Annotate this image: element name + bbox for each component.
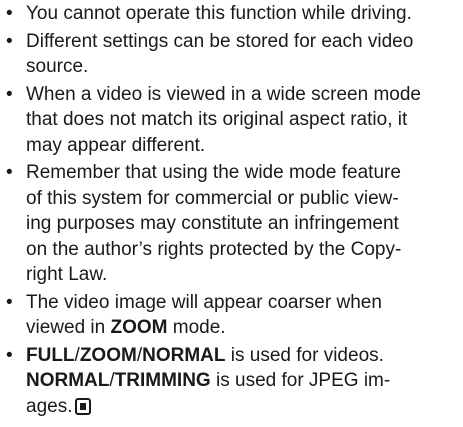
bullet: • [6, 30, 13, 52]
note-text: source. [26, 56, 89, 77]
note-text: that does not match its original aspect … [26, 109, 408, 130]
mode-zoom-label: ZOOM [79, 344, 137, 366]
note-text: The video image will appear coarser when [26, 291, 382, 313]
note-item-modes: • FULL/ZOOM/NORMAL is used for videos. N… [0, 343, 463, 420]
bullet: • [6, 3, 13, 24]
bullet: • [6, 291, 13, 313]
note-text: on the author’s rights protected by the … [26, 238, 402, 260]
note-text: right Law. [26, 264, 108, 285]
note-item-driving: • You cannot operate this function while… [0, 1, 463, 27]
mode-full-label: FULL [26, 344, 75, 366]
bullet: • [6, 83, 13, 105]
note-text: Different settings can be stored for eac… [26, 30, 414, 52]
note-text: may appear different. [26, 134, 206, 156]
note-text-line: NORMAL/TRIMMING is used for JPEG im- [26, 368, 463, 394]
mode-normal-label: NORMAL [26, 370, 110, 391]
note-text: is used for JPEG im- [210, 370, 391, 391]
note-text: Remember that using the wide mode featur… [26, 162, 401, 183]
note-text: You cannot operate this function while d… [26, 3, 412, 24]
note-item-aspect-ratio: • When a video is viewed in a wide scree… [0, 82, 463, 159]
note-item-zoom: • The video image will appear coarser wh… [0, 290, 463, 341]
note-text-line: ages. [26, 394, 463, 420]
mode-trimming-label: TRIMMING [114, 370, 211, 391]
note-text-line: viewed in ZOOM mode. [26, 315, 463, 341]
mode-zoom-label: ZOOM [110, 317, 168, 338]
note-text: is used for videos. [225, 344, 384, 366]
note-item-copyright: • Remember that using the wide mode feat… [0, 160, 463, 288]
note-item-settings: • Different settings can be stored for e… [0, 29, 463, 80]
note-text-line: FULL/ZOOM/NORMAL is used for videos. [26, 343, 463, 369]
bullet: • [6, 344, 13, 366]
note-text: viewed in [26, 317, 111, 338]
mode-normal-label: NORMAL [142, 344, 226, 366]
note-text: ages. [26, 395, 73, 417]
notes-list: • You cannot operate this function while… [0, 1, 463, 421]
note-text: When a video is viewed in a wide screen … [26, 83, 421, 105]
note-text: of this system for commercial or public … [26, 187, 399, 209]
note-text: mode. [167, 317, 226, 338]
bullet: • [6, 162, 13, 183]
section-end-icon [75, 397, 92, 415]
note-text: ing purposes may constitute an infringem… [26, 213, 399, 234]
